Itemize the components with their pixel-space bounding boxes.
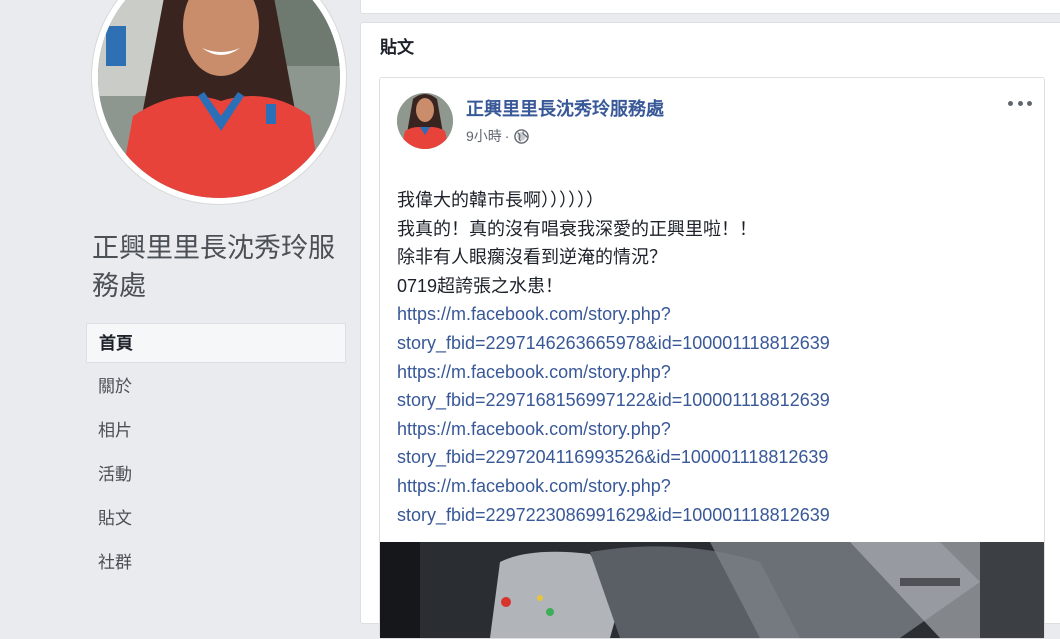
post-link-text: story_fbid=2297168156997122&id=100001118… (397, 390, 830, 411)
post-card: 正興里里長沈秀玲服務處 9小時 · 我偉大的韓市長啊）））））） 我真的！真的沒… (379, 77, 1045, 639)
post-text: 我偉大的韓市長啊）））））） 我真的！真的沒有唱衰我深愛的正興里啦！！ 除非有人… (397, 186, 1027, 529)
post-link-text: story_fbid=2297204116993526&id=100001118… (397, 447, 829, 468)
post-link-1[interactable]: https://m.facebook.com/story.php? story_… (397, 300, 1027, 357)
nav-item-events[interactable]: 活動 (86, 453, 346, 497)
posts-panel: 貼文 正興里里長沈秀玲服務處 9小時 · 我偉大的韓市長啊）））））） 我真的！… (360, 22, 1060, 639)
post-link-text: https://m.facebook.com/story.php? (397, 475, 671, 496)
post-link-text: https://m.facebook.com/story.php? (397, 418, 671, 439)
post-line: 我真的！真的沒有唱衰我深愛的正興里啦！！ (397, 218, 757, 239)
post-timestamp[interactable]: 9小時 (466, 126, 502, 146)
page-sidebar: 正興里里長沈秀玲服務處 首頁 關於 相片 活動 貼文 社群 (0, 0, 360, 596)
posts-section-title: 貼文 (380, 38, 414, 58)
nav-item-posts[interactable]: 貼文 (86, 497, 346, 541)
post-video[interactable] (380, 542, 1044, 638)
nav-item-about[interactable]: 關於 (86, 365, 346, 409)
post-link-text: https://m.facebook.com/story.php? (397, 361, 671, 382)
video-frame (380, 542, 1044, 638)
profile-picture[interactable] (98, 0, 340, 198)
post-link-text: story_fbid=2297223086991629&id=100001118… (397, 504, 830, 525)
post-link-text: https://m.facebook.com/story.php? (397, 304, 671, 325)
profile-photo-image (98, 0, 340, 198)
post-line: 0719超誇張之水患！ (397, 275, 564, 296)
post-line: 我偉大的韓市長啊）））））） (397, 190, 604, 210)
post-link-2[interactable]: https://m.facebook.com/story.php? story_… (397, 358, 1027, 415)
post-link-4[interactable]: https://m.facebook.com/story.php? story_… (397, 472, 1027, 529)
page-nav: 首頁 關於 相片 活動 貼文 社群 (86, 323, 346, 585)
post-link-text: story_fbid=2297146263665978&id=100001118… (397, 332, 830, 353)
nav-item-home[interactable]: 首頁 (86, 323, 346, 363)
more-options-icon[interactable] (1008, 94, 1032, 112)
profile-picture-frame[interactable] (92, 0, 346, 204)
page-title[interactable]: 正興里里長沈秀玲服務處 (92, 230, 352, 306)
post-link-3[interactable]: https://m.facebook.com/story.php? story_… (397, 415, 1027, 472)
post-author-name[interactable]: 正興里里長沈秀玲服務處 (466, 98, 664, 122)
nav-item-community[interactable]: 社群 (86, 541, 346, 585)
post-author-avatar[interactable] (397, 93, 453, 149)
avatar-image (397, 93, 453, 149)
meta-separator: · (504, 128, 510, 144)
nav-item-photos[interactable]: 相片 (86, 409, 346, 453)
post-line: 除非有人眼瘸沒看到逆淹的情況？ (397, 247, 667, 268)
globe-icon[interactable] (514, 128, 530, 144)
previous-card (360, 0, 1060, 14)
post-meta: 9小時 · (466, 126, 530, 146)
